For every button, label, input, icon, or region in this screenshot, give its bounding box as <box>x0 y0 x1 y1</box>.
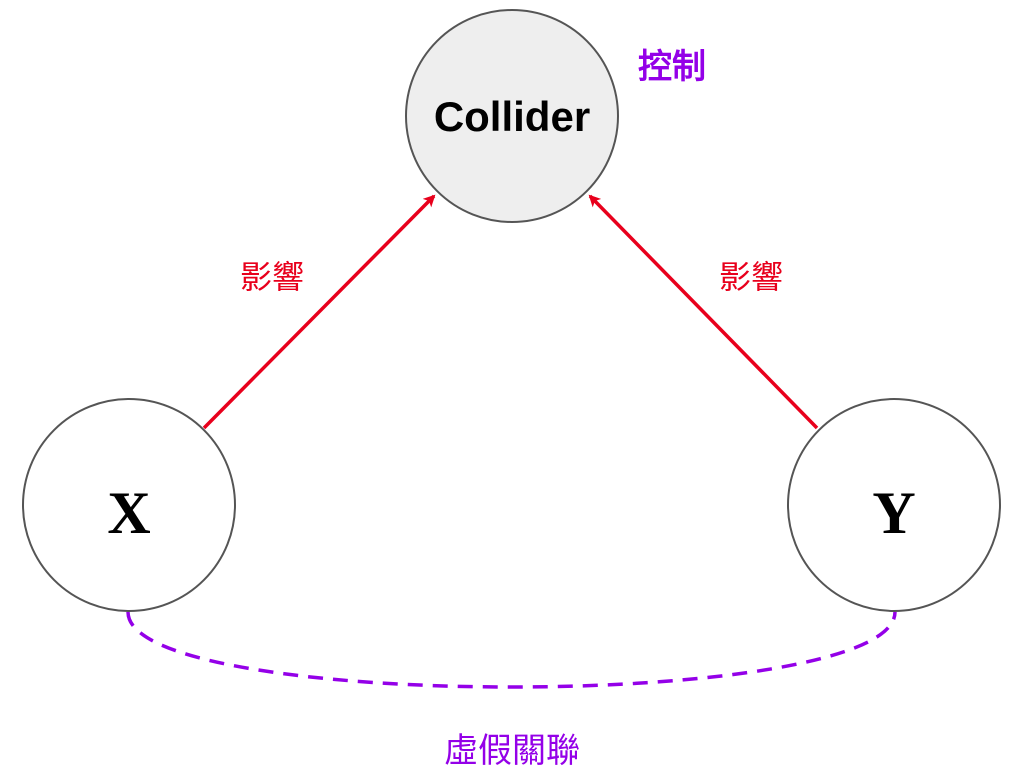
node-collider: Collider <box>405 9 619 223</box>
edge-y-to-collider-arrow <box>588 194 819 430</box>
node-y: Y <box>787 398 1001 612</box>
control-annotation-label: 控制 <box>638 47 706 87</box>
edge-spurious-label: 虛假關聯 <box>444 731 580 771</box>
causal-diagram: Collider X Y 影響 影響 控制 虛假關聯 <box>22 9 1001 771</box>
diagram-canvas: Collider X Y 影響 影響 控制 虛假關聯 <box>0 0 1032 780</box>
node-x-label: X <box>107 480 150 546</box>
edge-x-to-collider-arrow <box>202 194 436 430</box>
node-y-label: Y <box>872 480 915 546</box>
edge-x-y-spurious-curve <box>126 611 897 689</box>
node-x: X <box>22 398 236 612</box>
edge-x-to-collider-label: 影響 <box>240 258 304 296</box>
edge-y-to-collider-label: 影響 <box>719 258 783 296</box>
node-collider-label: Collider <box>434 93 590 140</box>
